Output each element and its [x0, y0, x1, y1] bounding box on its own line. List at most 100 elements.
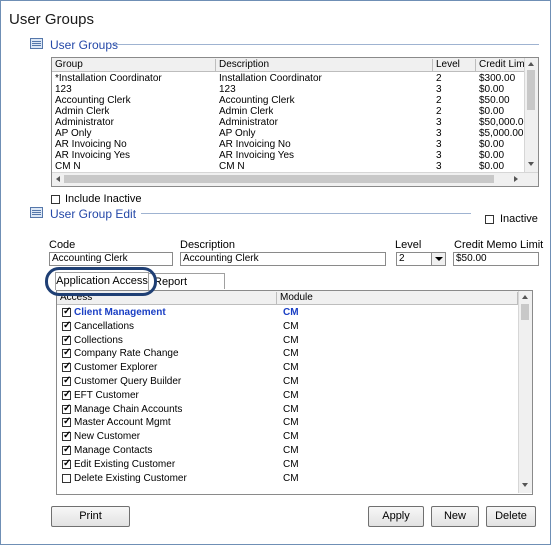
credit-limit-cell: $0.00 [479, 150, 505, 161]
list-item[interactable]: Delete Existing Customer CM [57, 472, 518, 485]
list-item[interactable]: Master Account Mgmt CM [57, 416, 518, 429]
table-row[interactable]: Admin Clerk Admin Clerk 2 $0.00 [52, 106, 524, 117]
module-name: CM [283, 376, 299, 387]
column-header-group[interactable]: Group [52, 59, 216, 71]
include-inactive-checkbox[interactable] [51, 195, 60, 204]
level-select[interactable]: 2 [396, 252, 446, 266]
table-row[interactable]: CM N CM N 3 $0.00 [52, 161, 524, 172]
credit-memo-limit-input[interactable]: $50.00 [453, 252, 539, 266]
scroll-thumb[interactable] [521, 304, 529, 320]
level-selected-value: 2 [399, 253, 405, 264]
dropdown-button[interactable] [431, 253, 445, 265]
access-checkbox[interactable] [62, 416, 71, 428]
group-cell: 123 [55, 84, 72, 95]
module-name: CM [283, 348, 299, 360]
delete-button[interactable]: Delete [486, 506, 536, 527]
description-input[interactable]: Accounting Clerk [180, 252, 386, 266]
scroll-down-icon[interactable] [522, 483, 528, 487]
list-item[interactable]: Customer Explorer CM [57, 361, 518, 374]
page-title: User Groups [9, 11, 95, 28]
print-button[interactable]: Print [51, 506, 130, 527]
access-name: Delete Existing Customer [74, 472, 187, 484]
access-name: Collections [74, 334, 123, 346]
group-cell: AR Invoicing No [55, 139, 127, 150]
list-item[interactable]: Edit Existing Customer CM [57, 458, 518, 471]
table-row[interactable]: Administrator Administrator 3 $50,000.00 [52, 117, 524, 128]
table-row[interactable]: 123 123 3 $0.00 [52, 84, 524, 95]
vertical-scrollbar[interactable] [524, 58, 538, 172]
level-cell: 3 [436, 117, 442, 128]
level-cell: 3 [436, 150, 442, 161]
column-header-level[interactable]: Level [433, 59, 476, 71]
apply-button[interactable]: Apply [368, 506, 424, 527]
access-checkbox[interactable] [62, 444, 71, 455]
scroll-down-icon[interactable] [528, 162, 534, 166]
level-cell: 2 [436, 106, 442, 117]
module-name: CM [283, 389, 299, 401]
list-item[interactable]: New Customer CM [57, 430, 518, 443]
table-row[interactable]: Accounting Clerk Accounting Clerk 2 $50.00 [52, 95, 524, 106]
list-item[interactable]: Manage Contacts CM [57, 444, 518, 457]
list-item[interactable]: Manage Chain Accounts CM [57, 403, 518, 416]
access-checkbox[interactable] [62, 458, 71, 469]
horizontal-scroll-thumb[interactable] [64, 175, 494, 183]
application-access-table[interactable]: Access Module Client ManagementCMCancell… [56, 290, 533, 495]
list-item[interactable]: Client Management CM [57, 306, 518, 319]
description-cell: AR Invoicing Yes [219, 150, 295, 161]
access-checkbox[interactable] [62, 361, 71, 373]
scroll-left-icon[interactable] [56, 176, 60, 182]
form-icon [30, 207, 43, 218]
list-item[interactable]: Customer Query Builder CM [57, 375, 518, 388]
highlight-ring [45, 267, 157, 296]
module-name: CM [283, 334, 299, 346]
access-name: Customer Query Builder [74, 376, 182, 387]
list-item[interactable]: Cancellations CM [57, 320, 518, 333]
level-cell: 3 [436, 128, 442, 139]
table-row[interactable]: AP Only AP Only 3 $5,000.00 [52, 128, 524, 139]
access-checkbox[interactable] [62, 334, 71, 345]
column-header-module[interactable]: Module [277, 292, 518, 304]
tab-report-access[interactable]: Report Access [145, 273, 225, 304]
access-name: Customer Explorer [74, 362, 158, 374]
scroll-up-icon[interactable] [522, 295, 528, 299]
user-groups-table[interactable]: Group Description Level Credit Limit *In… [51, 57, 539, 187]
module-name: CM [283, 307, 299, 318]
access-name: Edit Existing Customer [74, 458, 176, 470]
list-item[interactable]: Company Rate Change CM [57, 347, 518, 360]
table-header: Group Description Level Credit Limit [52, 58, 526, 72]
table-row[interactable]: *Installation Coordinator Installation Co… [52, 73, 524, 84]
new-button[interactable]: New [431, 506, 479, 527]
access-checkbox[interactable] [62, 473, 71, 483]
table-row[interactable]: AR Invoicing No AR Invoicing No 3 $0.00 [52, 139, 524, 150]
list-item[interactable]: Collections CM [57, 334, 518, 347]
list-item[interactable]: EFT Customer CM [57, 389, 518, 402]
level-label: Level [395, 239, 422, 251]
access-name: Manage Contacts [74, 445, 153, 456]
table-row[interactable]: AR Invoicing Yes AR Invoicing Yes 3 $0.00 [52, 150, 524, 161]
credit-limit-cell: $5,000.00 [479, 128, 524, 139]
access-checkbox[interactable] [62, 306, 71, 317]
access-checkbox[interactable] [62, 389, 71, 400]
access-checkbox[interactable] [62, 320, 71, 331]
access-checkbox[interactable] [62, 430, 71, 442]
description-cell: AR Invoicing No [219, 139, 291, 150]
description-cell: Accounting Clerk [219, 95, 295, 106]
access-checkbox[interactable] [62, 403, 71, 414]
module-name: CM [283, 320, 299, 332]
module-name: CM [283, 445, 299, 456]
level-cell: 3 [436, 84, 442, 95]
inactive-checkbox[interactable] [485, 215, 494, 224]
scroll-up-icon[interactable] [528, 62, 534, 66]
credit-limit-cell: $0.00 [479, 139, 505, 150]
column-header-credit-limit[interactable]: Credit Limit [476, 59, 526, 71]
module-name: CM [283, 431, 299, 443]
scroll-right-icon[interactable] [514, 176, 518, 182]
access-checkbox[interactable] [62, 375, 71, 386]
scroll-thumb[interactable] [527, 70, 535, 110]
access-checkbox[interactable] [62, 347, 71, 359]
vertical-scrollbar[interactable] [518, 291, 532, 493]
code-input[interactable]: Accounting Clerk [49, 252, 173, 266]
column-header-description[interactable]: Description [216, 59, 433, 71]
description-cell: Admin Clerk [219, 106, 274, 117]
horizontal-scrollbar[interactable] [52, 172, 538, 186]
